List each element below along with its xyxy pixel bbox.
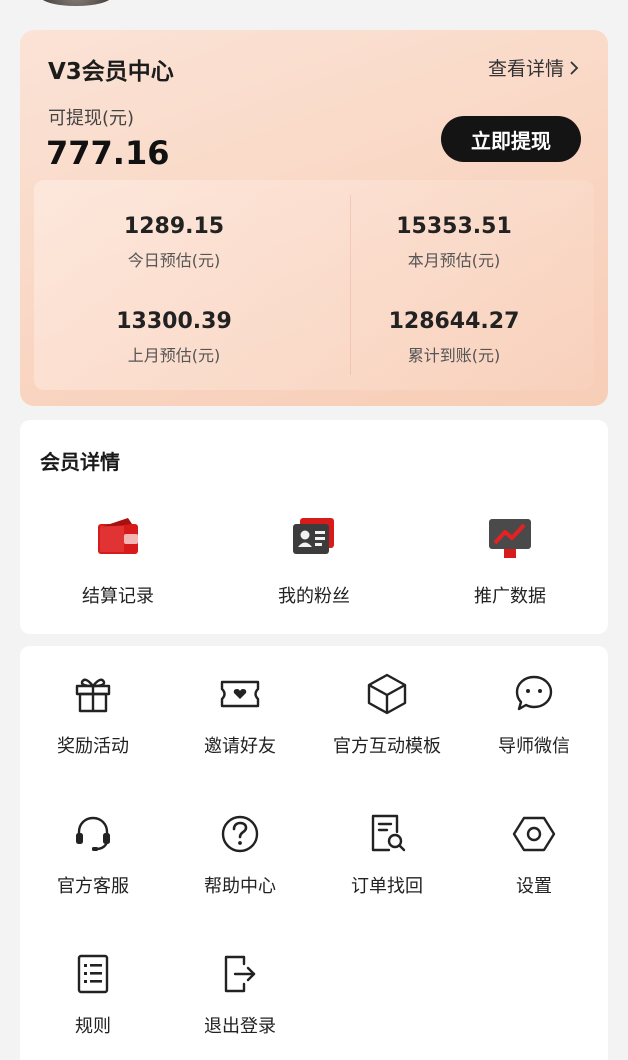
rules-button[interactable]: 规则 bbox=[20, 952, 166, 1060]
id-card-icon bbox=[293, 518, 334, 554]
stat-total-received: 128644.27 累计到账(元) bbox=[334, 309, 574, 366]
my-fans-label: 我的粉丝 bbox=[278, 586, 350, 607]
list-document-icon bbox=[77, 954, 109, 994]
settlement-records-label: 结算记录 bbox=[82, 586, 154, 607]
official-templates-label: 官方互动模板 bbox=[333, 736, 441, 757]
help-circle-icon bbox=[221, 815, 259, 853]
stat-label: 上月预估(元) bbox=[127, 346, 221, 365]
stat-value: 13300.39 bbox=[116, 309, 232, 334]
logout-label: 退出登录 bbox=[204, 1016, 276, 1037]
reward-activities-button[interactable]: 奖励活动 bbox=[20, 672, 166, 782]
order-recovery-button[interactable]: 订单找回 bbox=[314, 812, 460, 922]
stat-today: 1289.15 今日预估(元) bbox=[54, 214, 294, 271]
stat-value: 128644.27 bbox=[388, 309, 520, 334]
stat-value: 1289.15 bbox=[123, 214, 225, 239]
view-details-label: 查看详情 bbox=[487, 58, 564, 80]
settings-label: 设置 bbox=[516, 876, 552, 897]
stat-value: 15353.51 bbox=[396, 214, 512, 239]
chevron-right-icon bbox=[570, 60, 579, 75]
withdrawable-amount: 777.16 bbox=[46, 134, 170, 172]
promotion-data-button[interactable]: 推广数据 bbox=[412, 514, 608, 614]
invite-friends-button[interactable]: 邀请好友 bbox=[167, 672, 313, 782]
chart-icon bbox=[489, 519, 531, 558]
settlement-records-button[interactable]: 结算记录 bbox=[20, 514, 216, 614]
help-center-label: 帮助中心 bbox=[204, 876, 276, 897]
chat-bubble-icon bbox=[515, 675, 553, 711]
document-search-icon bbox=[371, 814, 406, 852]
member-details-title: 会员详情 bbox=[40, 450, 120, 474]
stat-label: 今日预估(元) bbox=[127, 251, 221, 270]
view-details-link[interactable]: 查看详情 bbox=[488, 54, 580, 81]
rules-label: 规则 bbox=[75, 1016, 111, 1037]
mentor-wechat-label: 导师微信 bbox=[498, 736, 570, 757]
official-templates-button[interactable]: 官方互动模板 bbox=[314, 672, 460, 782]
wallet-icon bbox=[98, 518, 138, 554]
stat-last-month: 13300.39 上月预估(元) bbox=[54, 309, 294, 366]
ticket-heart-icon bbox=[220, 680, 260, 708]
stat-label: 本月预估(元) bbox=[407, 251, 501, 270]
customer-service-button[interactable]: 官方客服 bbox=[20, 812, 166, 922]
withdrawable-label: 可提现(元) bbox=[48, 108, 135, 129]
stat-this-month: 15353.51 本月预估(元) bbox=[334, 214, 574, 271]
member-details-panel: 会员详情 结算记录 我的粉丝 推广数据 bbox=[20, 420, 608, 634]
invite-friends-label: 邀请好友 bbox=[204, 736, 276, 757]
vip-center-title: V3会员中心 bbox=[48, 59, 174, 85]
order-recovery-label: 订单找回 bbox=[351, 876, 423, 897]
avatar[interactable] bbox=[40, 0, 112, 6]
box-icon bbox=[367, 673, 407, 715]
reward-activities-label: 奖励活动 bbox=[57, 736, 129, 757]
headset-icon bbox=[76, 816, 110, 851]
stat-label: 累计到账(元) bbox=[407, 346, 501, 365]
mentor-wechat-button[interactable]: 导师微信 bbox=[461, 672, 607, 782]
my-fans-button[interactable]: 我的粉丝 bbox=[216, 514, 412, 614]
vip-center-card: V3会员中心 查看详情 可提现(元) 777.16 立即提现 1289.15 今… bbox=[20, 30, 608, 406]
logout-icon bbox=[224, 955, 256, 993]
help-center-button[interactable]: 帮助中心 bbox=[167, 812, 313, 922]
settings-button[interactable]: 设置 bbox=[461, 812, 607, 922]
logout-button[interactable]: 退出登录 bbox=[167, 952, 313, 1060]
tools-panel: 奖励活动 邀请好友 官方互动模板 导师微信 官方客服 帮助中心 订单找回 设置 … bbox=[20, 646, 608, 1060]
customer-service-label: 官方客服 bbox=[57, 876, 129, 897]
promotion-data-label: 推广数据 bbox=[474, 586, 546, 607]
withdraw-now-button[interactable]: 立即提现 bbox=[441, 116, 581, 162]
gift-icon bbox=[75, 678, 111, 713]
settings-hexagon-icon bbox=[512, 816, 556, 852]
